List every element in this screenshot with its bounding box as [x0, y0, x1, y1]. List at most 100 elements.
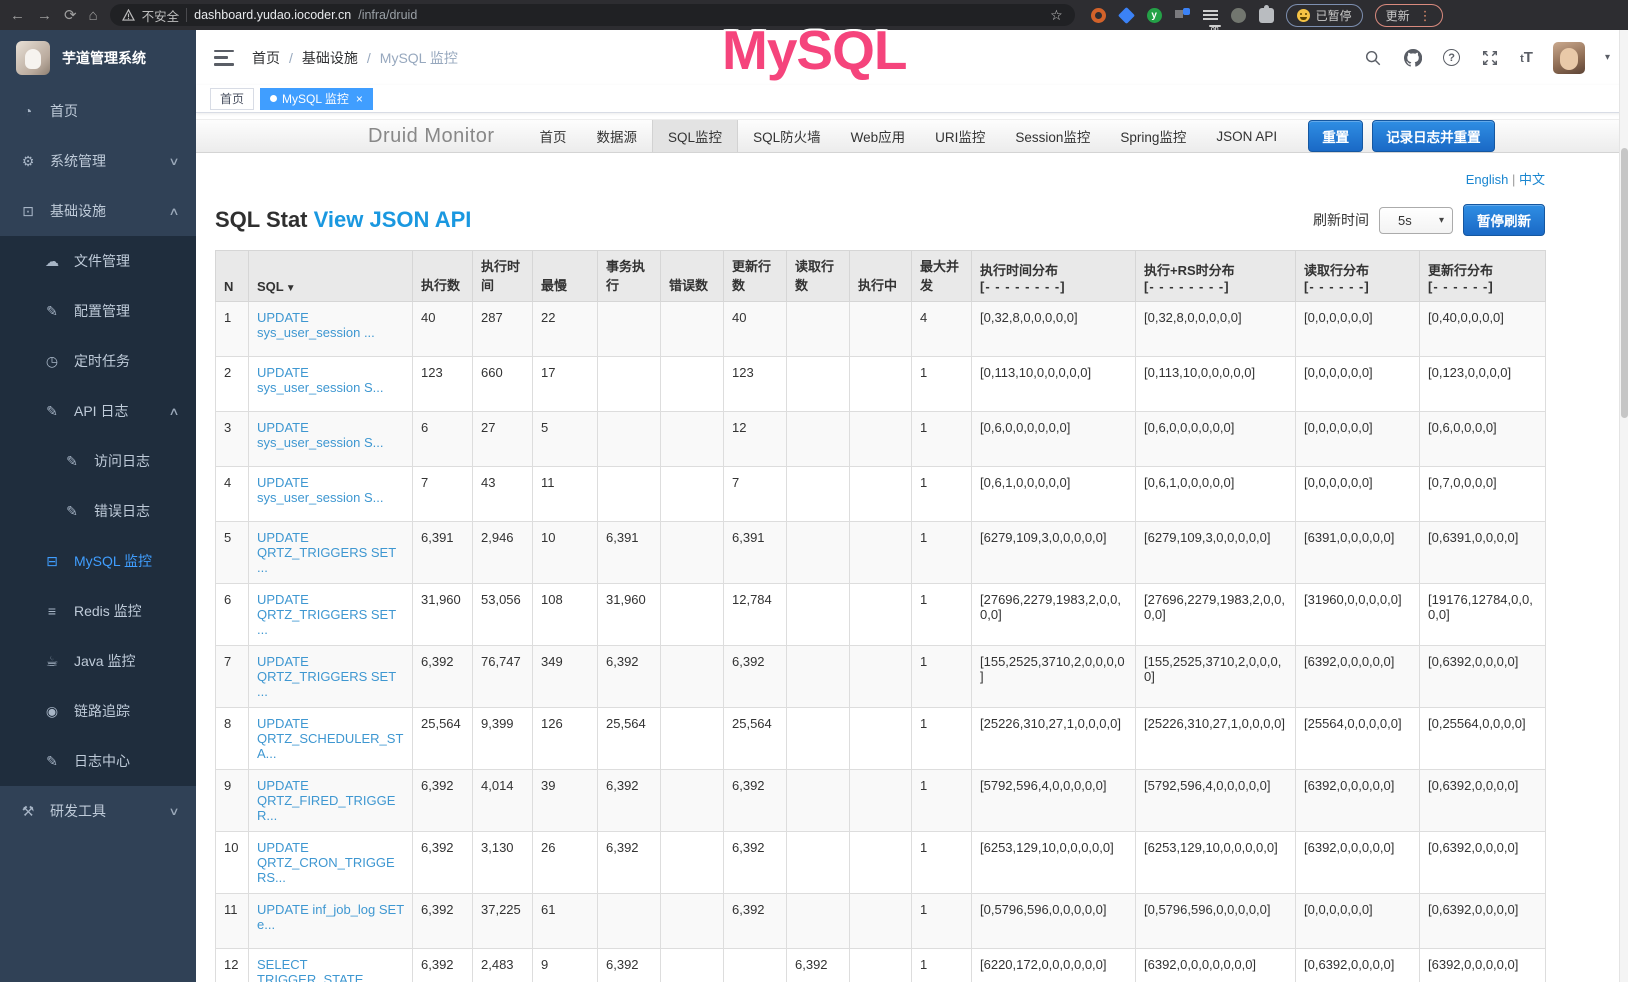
help-icon[interactable]: ?	[1443, 49, 1460, 66]
table-cell: 26	[533, 832, 598, 894]
tab-home[interactable]: 首页	[210, 88, 254, 110]
sidebar-toggle-icon[interactable]	[214, 50, 234, 66]
column-header-13[interactable]: 读取行分布[- - - - - -]	[1296, 251, 1420, 302]
column-header-14[interactable]: 更新行分布[- - - - - -]	[1420, 251, 1546, 302]
druid-nav-item-7[interactable]: Spring监控	[1105, 120, 1201, 152]
extensions-puzzle-icon[interactable]	[1259, 8, 1274, 23]
search-icon[interactable]	[1363, 48, 1383, 68]
sql-link[interactable]: UPDATE QRTZ_SCHEDULER_STA...	[257, 716, 403, 761]
user-avatar[interactable]	[1553, 42, 1585, 74]
sidebar-item-label: 访问日志	[94, 451, 150, 471]
sidebar-item-mysql[interactable]: ⊟ MySQL 监控	[0, 536, 196, 586]
sidebar-item-file[interactable]: ☁ 文件管理	[0, 236, 196, 286]
sql-link[interactable]: UPDATE sys_user_session S...	[257, 420, 383, 450]
browser-forward-icon[interactable]: →	[37, 8, 52, 23]
view-json-api-link[interactable]: View JSON API	[314, 207, 472, 232]
lang-chinese-link[interactable]: 中文	[1519, 172, 1545, 187]
table-cell: [0,0,0,0,0,0]	[1296, 357, 1420, 412]
sidebar-item-java[interactable]: ☕ Java 监控	[0, 636, 196, 686]
druid-nav-item-2[interactable]: SQL监控	[652, 120, 738, 152]
table-cell	[787, 646, 850, 708]
sql-link[interactable]: UPDATE QRTZ_FIRED_TRIGGER...	[257, 778, 395, 823]
druid-nav-item-0[interactable]: 首页	[525, 120, 582, 152]
extension-ghost-icon[interactable]	[1231, 8, 1246, 23]
column-header-10[interactable]: 最大并发	[912, 251, 972, 302]
sidebar-item-label: Redis 监控	[74, 601, 142, 621]
lang-english-link[interactable]: English	[1466, 172, 1509, 187]
sql-link[interactable]: SELECT TRIGGER_STATE	[257, 957, 363, 982]
reset-button[interactable]: 重置	[1308, 120, 1363, 152]
table-cell	[598, 467, 661, 522]
scrollbar[interactable]	[1619, 30, 1628, 982]
browser-home-icon[interactable]: ⌂	[89, 8, 98, 23]
sidebar-item-redis[interactable]: ≡ Redis 监控	[0, 586, 196, 636]
log-and-reset-button[interactable]: 记录日志并重置	[1372, 120, 1495, 152]
sidebar-item-infra[interactable]: ⊡ 基础设施 ∧	[0, 186, 196, 236]
fullscreen-icon[interactable]	[1480, 48, 1500, 68]
druid-nav-item-1[interactable]: 数据源	[582, 120, 653, 152]
security-label: 不安全	[142, 6, 180, 25]
extension-green-y-icon[interactable]: y	[1147, 8, 1162, 23]
sidebar-item-job[interactable]: ◷ 定时任务	[0, 336, 196, 386]
sql-link[interactable]: UPDATE QRTZ_TRIGGERS SET ...	[257, 530, 396, 575]
table-cell: UPDATE QRTZ_FIRED_TRIGGER...	[249, 770, 413, 832]
pause-refresh-button[interactable]: 暂停刷新	[1463, 204, 1545, 236]
druid-nav-item-6[interactable]: Session监控	[1000, 120, 1105, 152]
sidebar-item-home[interactable]: ◔ 首页	[0, 86, 196, 136]
sql-link[interactable]: UPDATE sys_user_session ...	[257, 310, 375, 340]
breadcrumb-infra[interactable]: 基础设施	[302, 48, 358, 68]
column-header-5[interactable]: 事务执行	[598, 251, 661, 302]
column-header-8[interactable]: 读取行数	[787, 251, 850, 302]
column-header-11[interactable]: 执行时间分布[- - - - - - - -]	[972, 251, 1136, 302]
sidebar-item-dev-tools[interactable]: ⚒ 研发工具 ∨	[0, 786, 196, 836]
browser-update-pill[interactable]: 更新 ⋮	[1375, 4, 1443, 27]
breadcrumb-home[interactable]: 首页	[252, 48, 280, 68]
column-header-3[interactable]: 执行时间	[473, 251, 533, 302]
extension-list-icon[interactable]: on	[1203, 8, 1218, 23]
close-tab-icon[interactable]: ×	[356, 93, 363, 105]
sql-link[interactable]: UPDATE sys_user_session S...	[257, 475, 383, 505]
sidebar-item-api-log[interactable]: ✎ API 日志 ∧	[0, 386, 196, 436]
column-header-6[interactable]: 错误数	[661, 251, 724, 302]
sidebar-item-access-log[interactable]: ✎ 访问日志	[0, 436, 196, 486]
sidebar-item-log-center[interactable]: ✎ 日志中心	[0, 736, 196, 786]
column-header-0[interactable]: N	[216, 251, 249, 302]
table-cell	[661, 584, 724, 646]
sql-link[interactable]: UPDATE inf_job_log SET e...	[257, 902, 404, 932]
table-cell: [0,0,0,0,0,0]	[1296, 412, 1420, 467]
extension-donut-icon[interactable]	[1091, 8, 1106, 23]
column-header-1[interactable]: SQL▼	[249, 251, 413, 302]
profile-paused-pill[interactable]: 已暂停	[1286, 4, 1363, 27]
extension-squares-icon[interactable]	[1175, 8, 1190, 23]
address-bar[interactable]: 不安全 dashboard.yudao.iocoder.cn/infra/dru…	[110, 4, 1075, 26]
chevron-down-icon[interactable]: ▾	[1605, 52, 1610, 63]
druid-nav-item-5[interactable]: URI监控	[920, 120, 1000, 152]
druid-nav-item-4[interactable]: Web应用	[836, 120, 921, 152]
extension-gem-icon[interactable]	[1118, 7, 1135, 24]
column-header-4[interactable]: 最慢	[533, 251, 598, 302]
bookmark-star-icon[interactable]: ☆	[1050, 7, 1063, 24]
sidebar-item-config[interactable]: ✎ 配置管理	[0, 286, 196, 336]
druid-nav-item-3[interactable]: SQL防火墙	[738, 120, 836, 152]
sidebar-item-tracer[interactable]: ◉ 链路追踪	[0, 686, 196, 736]
browser-back-icon[interactable]: ←	[10, 8, 25, 23]
sql-link[interactable]: UPDATE QRTZ_TRIGGERS SET ...	[257, 654, 396, 699]
column-header-9[interactable]: 执行中	[850, 251, 912, 302]
browser-menu-icon[interactable]: ⋮	[1419, 9, 1432, 22]
sidebar-item-system[interactable]: ⚙ 系统管理 ∨	[0, 136, 196, 186]
tab-mysql-monitor[interactable]: MySQL 监控 ×	[260, 88, 373, 110]
scrollbar-thumb[interactable]	[1621, 148, 1628, 418]
druid-nav-item-8[interactable]: JSON API	[1201, 120, 1292, 152]
sidebar-item-error-log[interactable]: ✎ 错误日志	[0, 486, 196, 536]
sql-link[interactable]: UPDATE QRTZ_CRON_TRIGGERS...	[257, 840, 395, 885]
github-icon[interactable]	[1403, 48, 1423, 68]
column-header-12[interactable]: 执行+RS时分布[- - - - - - - -]	[1136, 251, 1296, 302]
browser-refresh-icon[interactable]: ⟳	[64, 8, 77, 23]
sidebar-logo-row[interactable]: 芋道管理系统	[0, 30, 196, 86]
sql-link[interactable]: UPDATE sys_user_session S...	[257, 365, 383, 395]
font-size-icon[interactable]: tT	[1520, 49, 1533, 66]
refresh-interval-select[interactable]: 5s ▾	[1379, 207, 1453, 234]
column-header-2[interactable]: 执行数	[413, 251, 473, 302]
sql-link[interactable]: UPDATE QRTZ_TRIGGERS SET ...	[257, 592, 396, 637]
column-header-7[interactable]: 更新行数	[724, 251, 787, 302]
